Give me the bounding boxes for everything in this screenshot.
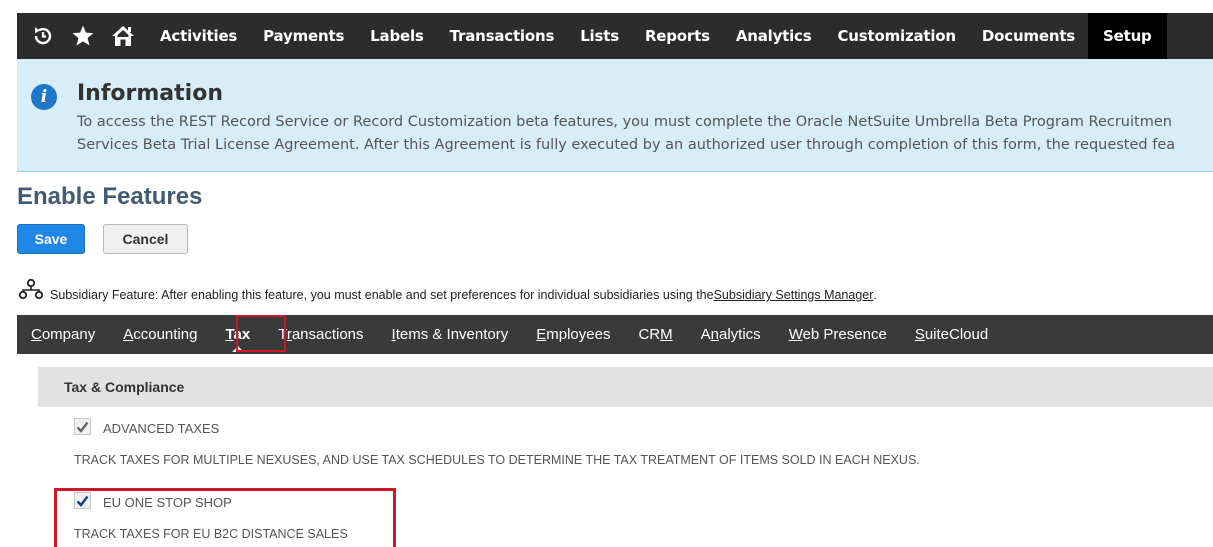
info-message-line-1: To access the REST Record Service or Rec…	[77, 114, 1172, 130]
advanced-taxes-checkbox[interactable]	[74, 418, 91, 435]
main-menu: Activities Payments Labels Transactions …	[147, 13, 1167, 59]
subsidiary-feature-note: Subsidiary Feature: After enabling this …	[17, 276, 877, 302]
home-icon[interactable]	[103, 13, 143, 59]
subsidiary-settings-manager-link[interactable]: Subsidiary Settings Manager	[714, 288, 874, 302]
menu-documents[interactable]: Documents	[969, 13, 1088, 59]
tab-suitecloud[interactable]: SuiteCloud	[901, 315, 1002, 354]
tab-company[interactable]: Company	[17, 315, 109, 354]
tab-web-presence[interactable]: Web Presence	[775, 315, 901, 354]
tab-analytics[interactable]: Analytics	[687, 315, 775, 354]
menu-payments[interactable]: Payments	[250, 13, 357, 59]
top-navigation-bar: Activities Payments Labels Transactions …	[17, 13, 1213, 59]
menu-labels[interactable]: Labels	[357, 13, 436, 59]
menu-activities[interactable]: Activities	[147, 13, 250, 59]
eu-one-stop-shop-highlight	[54, 488, 396, 547]
recent-records-icon[interactable]	[23, 13, 63, 59]
advanced-taxes-label: ADVANCED TAXES	[103, 421, 220, 436]
menu-customization[interactable]: Customization	[824, 13, 968, 59]
info-icon: i	[31, 84, 57, 110]
menu-transactions[interactable]: Transactions	[437, 13, 568, 59]
subsidiary-hierarchy-icon	[18, 278, 44, 300]
tab-items-inventory[interactable]: Items & Inventory	[378, 315, 523, 354]
feature-tabs: Company Accounting Tax Transactions Item…	[17, 315, 1213, 354]
tab-accounting[interactable]: Accounting	[109, 315, 211, 354]
cancel-button[interactable]: Cancel	[103, 224, 188, 254]
subsidiary-note-suffix: .	[873, 288, 877, 302]
menu-reports[interactable]: Reports	[632, 13, 723, 59]
info-title: Information	[77, 81, 223, 106]
section-header: Tax & Compliance	[38, 367, 1213, 407]
menu-analytics[interactable]: Analytics	[723, 13, 825, 59]
information-banner: i Information To access the REST Record …	[17, 59, 1213, 172]
info-message-line-2: Services Beta Trial License Agreement. A…	[77, 137, 1176, 153]
tab-employees[interactable]: Employees	[522, 315, 624, 354]
save-button[interactable]: Save	[17, 224, 85, 254]
section-title: Tax & Compliance	[64, 379, 185, 395]
star-icon[interactable]	[63, 13, 103, 59]
subsidiary-note-text: Subsidiary Feature: After enabling this …	[50, 288, 714, 302]
tax-tab-highlight	[236, 315, 286, 352]
menu-lists[interactable]: Lists	[567, 13, 632, 59]
advanced-taxes-description: TRACK TAXES FOR MULTIPLE NEXUSES, AND US…	[74, 453, 920, 467]
menu-setup[interactable]: Setup	[1088, 13, 1167, 59]
tab-crm[interactable]: CRM	[624, 315, 686, 354]
page-title: Enable Features	[17, 183, 203, 210]
